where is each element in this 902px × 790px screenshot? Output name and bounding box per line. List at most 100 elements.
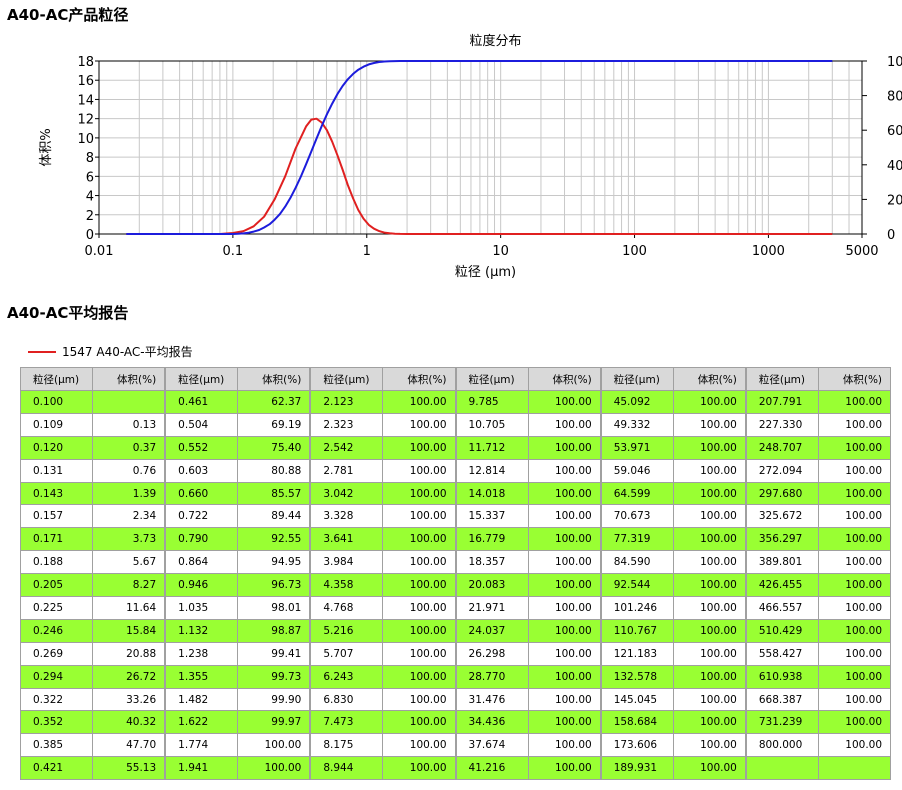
cell-volume: 100.00 [672,504,746,529]
cell-volume: 100.00 [817,550,892,575]
cell-volume: 100.00 [382,390,456,414]
cell-volume: 100.00 [382,527,456,552]
table-row: 207.791 100.00 [745,390,892,414]
cell-size: 3.641 [310,527,384,552]
cell-volume: 100.00 [672,458,746,483]
table-row: 272.094 100.00 [745,458,892,483]
cell-size: 0.246 [19,618,94,643]
cell-size: 0.171 [19,527,94,552]
cell-volume: 100.00 [527,664,601,689]
cell-volume: 100.00 [382,412,456,437]
table-row: 110.767 100.00 [600,618,746,643]
cell-size: 14.018 [455,481,529,506]
table-row: 1.941 100.00 [165,756,311,781]
table-row: 28.770 100.00 [455,664,601,689]
cell-size: 12.814 [455,458,529,483]
particle-size-chart: 粒度分布 0 2 4 6 8 10 12 14 16 18 0 20 40 60 80 100 0.01 0.1 1 1… [39,33,902,280]
cell-size: 6.830 [310,687,384,712]
cell-volume: 100.00 [382,458,456,483]
cell-volume: 47.70 [92,733,166,758]
table-row: 0.131 0.76 [19,458,166,483]
cell-size: 248.707 [745,435,819,460]
table-row: 1.774 100.00 [165,733,311,758]
cell-size: 4.358 [310,573,384,598]
cell-volume: 100.00 [817,458,892,483]
table-row: 731.239 100.00 [745,710,892,735]
table-row: 248.707 100.00 [745,435,892,460]
table-row: 325.672 100.00 [745,504,892,529]
cell-size: 20.083 [455,573,529,598]
table-row: 14.018 100.00 [455,481,601,506]
table-row: 2.781 100.00 [310,458,456,483]
table-group: 粒径(µm) 体积(%) 0.461 62.37 0.504 69.19 0.552 75.4… [165,367,311,781]
cell-volume: 100.00 [382,550,456,575]
table-row: 12.814 100.00 [455,458,601,483]
table-row: 132.578 100.00 [600,664,746,689]
table-row: 70.673 100.00 [600,504,746,529]
cell-size: 4.768 [310,596,384,620]
cell-volume: 100.00 [527,481,601,506]
cell-volume: 99.41 [237,641,311,666]
cell-size: 356.297 [745,527,819,552]
y-tick-label: 14 [77,93,94,108]
table-row: 3.042 100.00 [310,481,456,506]
y-tick-label: 4 [86,190,94,205]
cell-volume: 100.00 [672,435,746,460]
table-row: 1.132 98.87 [165,618,311,643]
table-row: 356.297 100.00 [745,527,892,552]
table-row: 1.238 99.41 [165,641,311,666]
cell-volume: 100.00 [382,618,456,643]
cell-size: 3.328 [310,504,384,529]
cell-size: 11.712 [455,435,529,460]
table-group: 粒径(µm) 体积(%) 2.123 100.00 2.323 100.00 2.542 10… [310,367,456,781]
cell-volume: 94.95 [237,550,311,575]
cell-size: 0.269 [19,641,94,666]
cell-volume: 100.00 [672,733,746,758]
cell-volume: 99.90 [237,687,311,712]
cell-size: 466.557 [745,596,819,620]
legend-label: 1547 A40-AC-平均报告 [62,345,193,359]
cell-size: 0.157 [19,504,94,529]
cell-size: 37.674 [455,733,529,758]
cell-size: 731.239 [745,710,819,735]
cell-volume: 100.00 [672,573,746,598]
cell-size: 0.722 [165,504,239,529]
table-row: 3.984 100.00 [310,550,456,575]
cell-size: 0.461 [165,390,239,414]
cell-volume: 75.40 [237,435,311,460]
x-tick-label: 1000 [752,244,785,259]
cell-size: 18.357 [455,550,529,575]
chart-title: 粒度分布 [469,33,521,49]
cell-size: 53.971 [600,435,674,460]
cell-volume: 100.00 [672,664,746,689]
cell-size: 0.790 [165,527,239,552]
cell-size: 16.779 [455,527,529,552]
cell-size: 0.143 [19,481,94,506]
cell-size: 558.427 [745,641,819,666]
table-row: 15.337 100.00 [455,504,601,529]
cell-size [745,756,819,781]
cell-volume: 100.00 [817,664,892,689]
table-row: 8.944 100.00 [310,756,456,781]
cell-volume: 100.00 [527,687,601,712]
cell-size: 0.205 [19,573,94,598]
table-row: 0.100 [19,390,166,414]
table-group: 粒径(µm) 体积(%) 207.791 100.00 227.330 100.00 248… [745,367,892,781]
table-row: 5.216 100.00 [310,618,456,643]
cell-size: 28.770 [455,664,529,689]
table-row: 53.971 100.00 [600,435,746,460]
cell-volume: 100.00 [672,390,746,414]
x-tick-label: 0.01 [85,244,114,259]
table-row: 0.603 80.88 [165,458,311,483]
table-row: 3.641 100.00 [310,527,456,552]
cell-size: 0.552 [165,435,239,460]
cell-volume: 100.00 [672,481,746,506]
table-row: 8.175 100.00 [310,733,456,758]
cell-size: 41.216 [455,756,529,781]
table-row: 1.622 99.97 [165,710,311,735]
cell-volume: 100.00 [672,756,746,781]
table-row: 26.298 100.00 [455,641,601,666]
header-size: 粒径(µm) [19,367,94,391]
y2-tick-label: 100 [887,55,902,70]
cell-volume: 0.13 [92,412,166,437]
